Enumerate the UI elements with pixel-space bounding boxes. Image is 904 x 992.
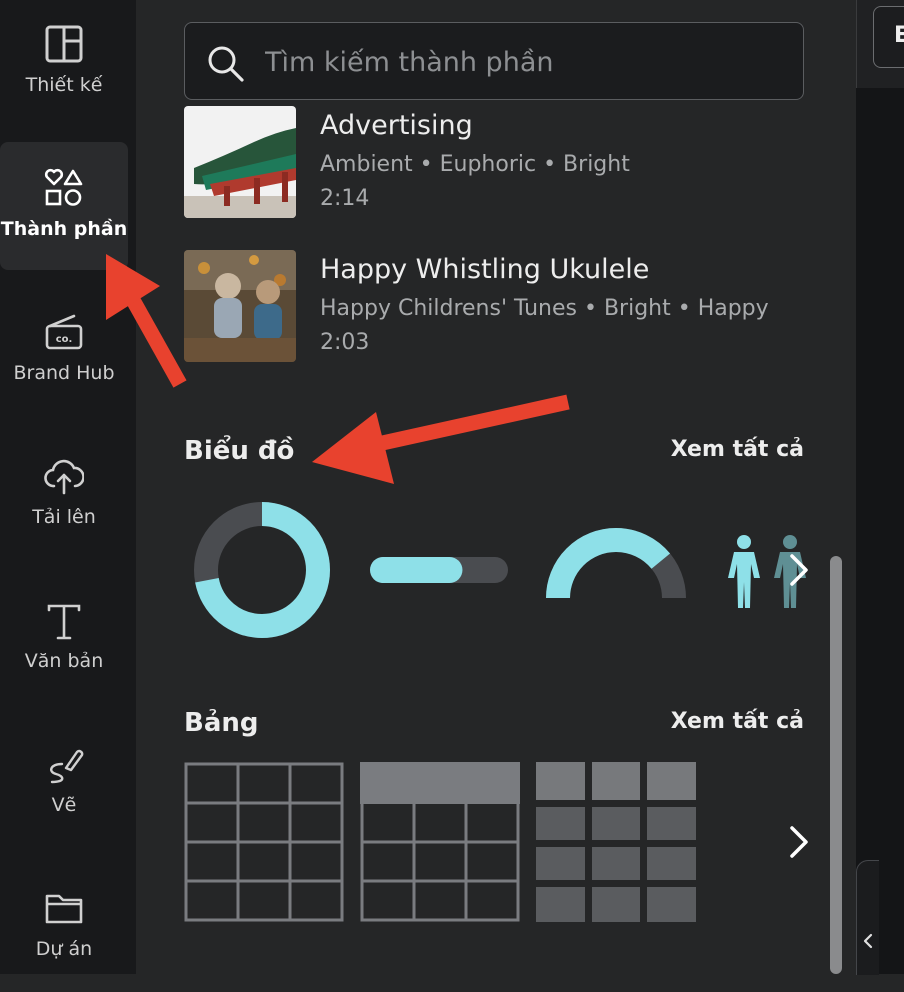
layout-icon [45,25,83,63]
draw-icon [50,749,84,784]
left-sidebar: Thiết kế Thành phần co. Brand Hub Tải lê… [0,0,136,974]
editor-area-edge: E [856,0,904,975]
sidebar-item-uploads[interactable]: Tải lên [0,432,128,560]
tables-next-icon[interactable] [780,812,820,872]
sidebar-item-label: Dự án [35,938,93,960]
track-duration: 2:14 [320,186,370,211]
sidebar-item-label: Thành phần [0,218,128,240]
table-template-plain[interactable] [184,762,344,922]
track-title: Advertising [320,110,473,141]
svg-text:co.: co. [56,334,73,345]
sidebar-item-projects[interactable]: Dự án [0,864,128,992]
sidebar-item-label: Tải lên [32,506,96,528]
text-icon [47,604,81,640]
sidebar-item-text[interactable]: Văn bản [0,576,128,704]
progress-bar-element[interactable] [370,555,510,585]
shapes-icon [44,168,83,206]
chevron-left-icon [863,933,873,949]
charts-section-title: Biểu đồ [184,436,295,466]
audio-track[interactable]: Happy Whistling Ukulele Happy Childrens'… [184,250,804,362]
sidebar-item-brand-hub[interactable]: co. Brand Hub [0,288,128,416]
collapse-panel-button[interactable] [856,860,879,975]
charts-next-icon[interactable] [780,540,820,600]
search-input[interactable] [263,41,787,83]
track-thumbnail [184,250,296,362]
donut-chart-element[interactable] [192,500,332,640]
cloud-upload-icon [44,459,84,495]
track-tags: Ambient • Euphoric • Bright [320,152,630,177]
elements-panel: Advertising Ambient • Euphoric • Bright … [136,0,856,974]
brand-icon: co. [45,314,83,350]
panel-scrollbar[interactable] [830,556,842,974]
sidebar-item-design[interactable]: Thiết kế [0,0,128,128]
folder-icon [45,894,83,924]
sidebar-item-label: Thiết kế [25,74,103,96]
search-icon [208,46,244,82]
track-duration: 2:03 [320,330,370,355]
search-box[interactable] [184,22,804,100]
table-template-filled[interactable] [536,762,696,922]
track-thumbnail [184,106,296,218]
sidebar-item-label: Brand Hub [13,362,115,384]
sidebar-item-label: Vẽ [51,794,77,816]
track-title: Happy Whistling Ukulele [320,254,650,285]
editor-topbar: E [856,0,904,88]
sidebar-item-elements[interactable]: Thành phần [0,142,128,270]
table-template-header[interactable] [360,762,520,922]
audio-track[interactable]: Advertising Ambient • Euphoric • Bright … [184,106,804,218]
half-gauge-element[interactable] [544,526,688,606]
tables-section-title: Bảng [184,708,259,738]
topbar-button[interactable]: E [873,6,904,68]
tables-see-all-link[interactable]: Xem tất cả [671,709,804,734]
sidebar-item-label: Văn bản [24,650,104,672]
track-tags: Happy Childrens' Tunes • Bright • Happy [320,296,769,321]
sidebar-item-draw[interactable]: Vẽ [0,720,128,848]
charts-see-all-link[interactable]: Xem tất cả [671,437,804,462]
